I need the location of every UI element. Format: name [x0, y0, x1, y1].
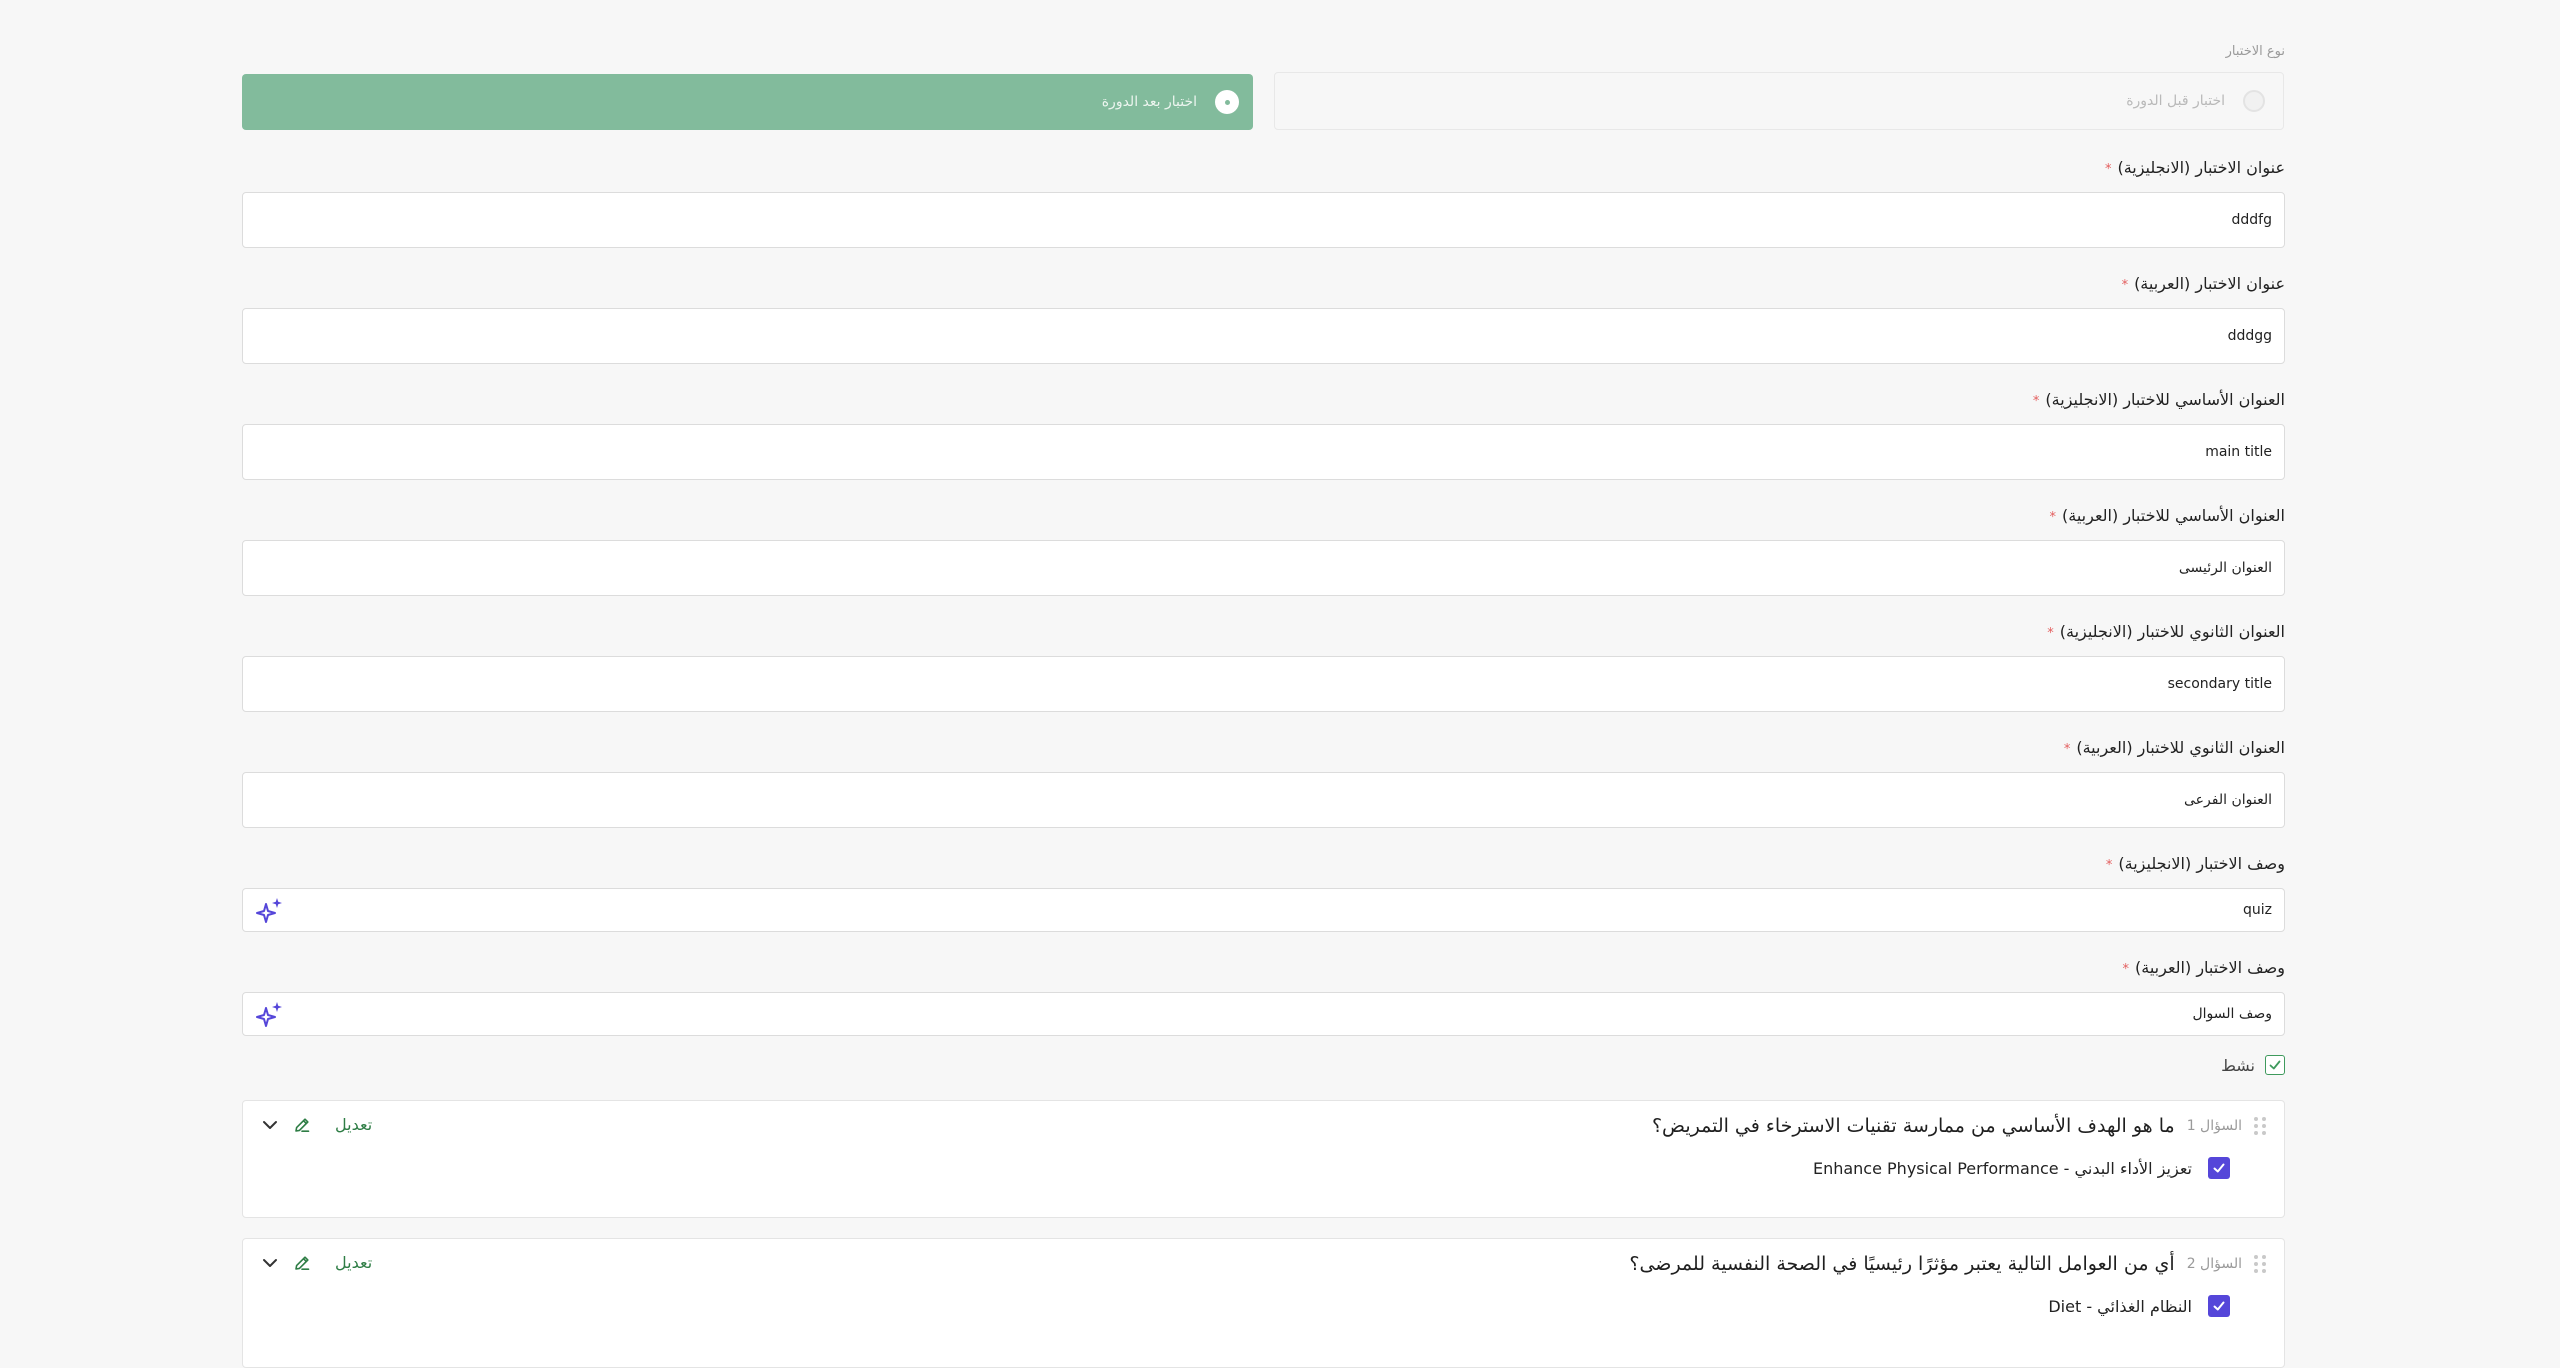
sparkle-icon[interactable]	[255, 895, 285, 925]
option-post-course-label: اختبار بعد الدورة	[1101, 94, 1197, 110]
radio-pre-course[interactable]	[2243, 90, 2265, 112]
question-number: السؤال 2	[2186, 1256, 2242, 1272]
chevron-down-icon[interactable]	[261, 1254, 279, 1272]
field-main-title-ar-input[interactable]: العنوان الرئيسى	[242, 540, 2285, 596]
question-card: السؤال 2 أي من العوامل التالية يعتبر مؤث…	[242, 1238, 2285, 1368]
question-text: أي من العوامل التالية يعتبر مؤثرًا رئيسي…	[1629, 1253, 2175, 1275]
check-icon	[2269, 1060, 2281, 1070]
drag-handle-icon[interactable]	[2254, 1115, 2266, 1137]
check-icon	[2213, 1301, 2225, 1311]
option-pre-course[interactable]: اختبار قبل الدورة	[1274, 72, 2284, 130]
question-text: ما هو الهدف الأساسي من ممارسة تقنيات الا…	[1651, 1115, 2175, 1137]
field-main-title-en-input[interactable]: main title	[242, 424, 2285, 480]
field-description-ar-label: وصف الاختبار (العربية)*	[2122, 958, 2285, 977]
answer-option: النظام الغذائي - Diet	[2048, 1295, 2230, 1317]
active-toggle[interactable]: نشط	[2221, 1055, 2285, 1075]
edit-button[interactable]: تعديل	[335, 1253, 372, 1272]
field-description-en-input[interactable]: quiz	[242, 888, 2285, 932]
field-title-ar-label: عنوان الاختبار (العربية)*	[2121, 274, 2285, 293]
check-icon	[2213, 1163, 2225, 1173]
field-secondary-title-ar-label: العنوان الثانوي للاختبار (العربية)*	[2063, 738, 2285, 757]
drag-handle-icon[interactable]	[2254, 1253, 2266, 1275]
field-secondary-title-en-label: العنوان الثانوي للاختبار (الانجليزية)*	[2047, 622, 2285, 641]
question-number: السؤال 1	[2186, 1118, 2242, 1134]
question-card: السؤال 1 ما هو الهدف الأساسي من ممارسة ت…	[242, 1100, 2285, 1218]
pencil-icon[interactable]	[293, 1116, 311, 1134]
chevron-down-icon[interactable]	[261, 1116, 279, 1134]
answer-text: تعزيز الأداء البدني - Enhance Physical P…	[1812, 1158, 2192, 1178]
answer-checkbox[interactable]	[2208, 1157, 2230, 1179]
option-post-course[interactable]: اختبار بعد الدورة	[242, 74, 1253, 130]
question-actions: تعديل	[261, 1253, 372, 1272]
question-header: السؤال 2 أي من العوامل التالية يعتبر مؤث…	[1629, 1253, 2266, 1275]
pencil-icon[interactable]	[293, 1254, 311, 1272]
edit-button[interactable]: تعديل	[335, 1115, 372, 1134]
field-title-en-input[interactable]: dddfg	[242, 192, 2285, 248]
field-main-title-ar-label: العنوان الأساسي للاختبار (العربية)*	[2049, 506, 2285, 525]
field-description-en-label: وصف الاختبار (الانجليزية)*	[2105, 854, 2285, 873]
field-title-ar-input[interactable]: dddgg	[242, 308, 2285, 364]
field-description-ar-input[interactable]: وصف السوال	[242, 992, 2285, 1036]
question-actions: تعديل	[261, 1115, 372, 1134]
option-pre-course-label: اختبار قبل الدورة	[2126, 93, 2225, 109]
answer-text: النظام الغذائي - Diet	[2048, 1296, 2192, 1316]
field-secondary-title-ar-input[interactable]: العنوان الفرعى	[242, 772, 2285, 828]
field-secondary-title-en-input[interactable]: secondary title	[242, 656, 2285, 712]
answer-checkbox[interactable]	[2208, 1295, 2230, 1317]
active-label: نشط	[2221, 1055, 2255, 1075]
active-checkbox[interactable]	[2265, 1055, 2285, 1075]
sparkle-icon[interactable]	[255, 999, 285, 1029]
radio-post-course[interactable]	[1215, 90, 1239, 114]
field-main-title-en-label: العنوان الأساسي للاختبار (الانجليزية)*	[2032, 390, 2285, 409]
field-title-en-label: عنوان الاختبار (الانجليزية)*	[2104, 158, 2285, 177]
quiz-type-label: نوع الاختبار	[2225, 44, 2285, 59]
question-header: السؤال 1 ما هو الهدف الأساسي من ممارسة ت…	[1652, 1115, 2266, 1137]
answer-option: تعزيز الأداء البدني - Enhance Physical P…	[1813, 1157, 2230, 1179]
